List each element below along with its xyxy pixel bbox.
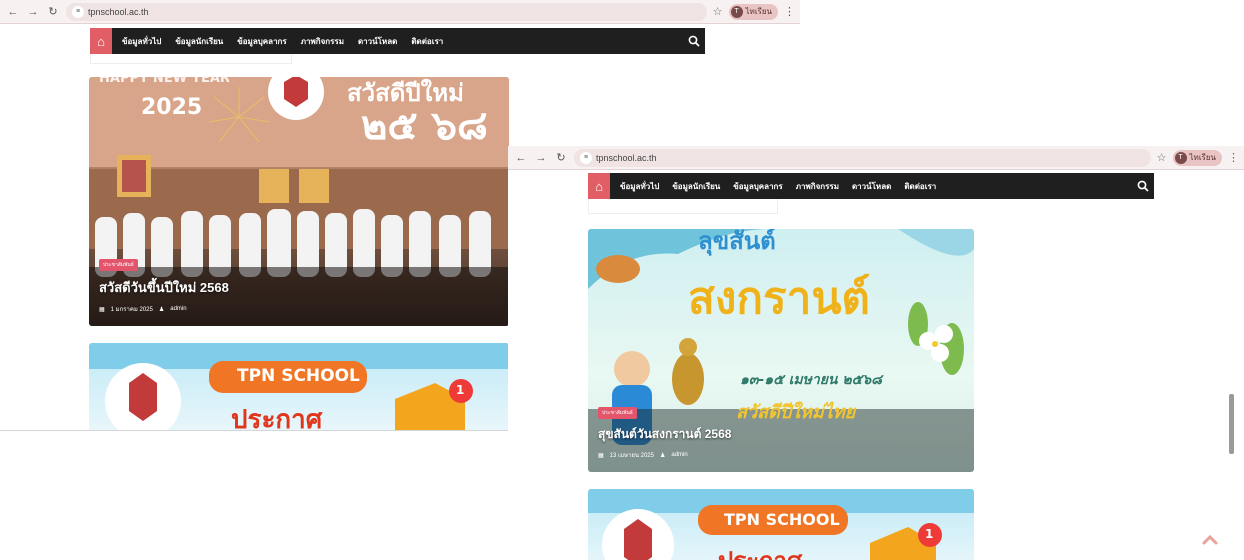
banner-top-text: ลุขสันต์	[698, 229, 776, 255]
user-icon: ♟	[158, 306, 165, 313]
menu-item-general[interactable]: ข้อมูลทั่วไป	[122, 35, 161, 48]
more-menu-icon[interactable]: ⋮	[1228, 151, 1239, 164]
profile-name: ไทเรียน	[745, 7, 772, 16]
notification-badge: 1	[925, 527, 934, 541]
promo-label: TPN SCHOOL	[724, 510, 840, 529]
nav-dropdown-edge	[90, 54, 292, 64]
banner-year: 2025	[141, 95, 203, 120]
notification-badge: 1	[456, 383, 465, 397]
url-text: tpnschool.ac.th	[88, 6, 149, 17]
back-icon[interactable]: ←	[6, 5, 20, 19]
menu-item-contact[interactable]: ติดต่อเรา	[411, 35, 443, 48]
menu-item-staff[interactable]: ข้อมูลบุคลากร	[733, 180, 782, 193]
avatar: T	[1174, 151, 1187, 164]
category-badge[interactable]: ประชาสัมพันธ์	[598, 407, 637, 419]
post-caption: ประชาสัมพันธ์ สุขสันต์วันสงกรานต์ 2568 ▦…	[598, 401, 964, 460]
back-icon[interactable]: ←	[514, 151, 528, 165]
post-date: 1 มกราคม 2025	[110, 307, 153, 313]
site-nav: ⌂ ข้อมูลทั่วไป ข้อมูลนักเรียน ข้อมูลบุคล…	[588, 173, 1154, 199]
calendar-icon: ▦	[598, 452, 604, 459]
post-date: 13 เมษายน 2025	[609, 453, 654, 459]
promo-card[interactable]: TPN SCHOOL ประกาศ 1	[89, 343, 509, 430]
home-icon[interactable]: ⌂	[90, 28, 112, 54]
promo-card[interactable]: TPN SCHOOL ประกาศ 1	[588, 489, 974, 560]
banner-thai-greeting: สงกรานต์	[688, 273, 870, 324]
main-menu: ข้อมูลทั่วไป ข้อมูลนักเรียน ข้อมูลบุคลาก…	[112, 35, 683, 48]
menu-item-students[interactable]: ข้อมูลนักเรียน	[672, 180, 720, 193]
site-nav: ⌂ ข้อมูลทั่วไป ข้อมูลนักเรียน ข้อมูลบุคล…	[90, 28, 705, 54]
promo-thai: ประกาศ	[231, 405, 323, 430]
reload-icon[interactable]: ↻	[46, 5, 60, 19]
bookmark-star-icon[interactable]: ☆	[1157, 151, 1167, 164]
user-icon: ♟	[659, 452, 666, 459]
scroll-to-top-icon[interactable]	[1200, 530, 1220, 550]
banner-date-range: ๑๓-๑๕ เมษายน ๒๕๖๘	[740, 372, 882, 388]
menu-item-students[interactable]: ข้อมูลนักเรียน	[175, 35, 223, 48]
promo-label: TPN SCHOOL	[237, 366, 360, 386]
banner-happy-new-year: HAPPY NEW YEAR	[99, 77, 230, 86]
menu-item-contact[interactable]: ติดต่อเรา	[904, 180, 936, 193]
home-icon[interactable]: ⌂	[588, 173, 610, 199]
profile-name: ไทเรียน	[1189, 153, 1216, 162]
post-author[interactable]: admin	[170, 306, 186, 312]
site-settings-icon[interactable]: ≡	[580, 151, 592, 164]
post-card-songkran[interactable]: ลุขสันต์ สงกรานต์ ๑๓-๑๕ เมษายน ๒๕๖๘ สวัส…	[588, 229, 974, 472]
calendar-icon: ▦	[99, 306, 105, 313]
post-title[interactable]: สุขสันต์วันสงกรานต์ 2568	[598, 425, 964, 444]
menu-item-gallery[interactable]: ภาพกิจกรรม	[301, 35, 344, 48]
category-badge[interactable]: ประชาสัมพันธ์	[99, 259, 138, 271]
forward-icon[interactable]: →	[534, 151, 548, 165]
browser-toolbar: ← → ↻ ≡ tpnschool.ac.th ☆ T ไทเรียน ⋮	[0, 0, 800, 24]
post-title[interactable]: สวัสดีวันขึ้นปีใหม่ 2568	[99, 277, 499, 298]
page-viewport: ⌂ ข้อมูลทั่วไป ข้อมูลนักเรียน ข้อมูลบุคล…	[508, 171, 1244, 560]
banner-thai-year: ๒๕ ๖๘	[361, 103, 488, 149]
scrollbar-thumb[interactable]	[1229, 394, 1234, 454]
post-card-newyear[interactable]: HAPPY NEW YEAR 2025 สวัสดีปีใหม่ ๒๕ ๖๘ ป…	[89, 77, 509, 326]
nav-dropdown-edge	[588, 199, 778, 214]
reload-icon[interactable]: ↻	[554, 151, 568, 165]
menu-item-staff[interactable]: ข้อมูลบุคลากร	[237, 35, 286, 48]
avatar: T	[730, 5, 743, 18]
menu-item-general[interactable]: ข้อมูลทั่วไป	[620, 180, 659, 193]
bookmark-star-icon[interactable]: ☆	[713, 5, 723, 18]
address-bar[interactable]: ≡ tpnschool.ac.th	[574, 148, 1151, 167]
menu-item-gallery[interactable]: ภาพกิจกรรม	[796, 180, 839, 193]
post-meta: ▦ 13 เมษายน 2025 ♟ admin	[598, 450, 964, 460]
profile-button[interactable]: T ไทเรียน	[1172, 149, 1222, 166]
search-icon[interactable]	[683, 28, 705, 54]
browser-toolbar: ← → ↻ ≡ tpnschool.ac.th ☆ T ไทเรียน ⋮	[508, 146, 1244, 170]
site-settings-icon[interactable]: ≡	[72, 5, 84, 18]
promo-thai: ประกาศ	[718, 541, 802, 560]
main-menu: ข้อมูลทั่วไป ข้อมูลนักเรียน ข้อมูลบุคลาก…	[610, 180, 1132, 193]
search-icon[interactable]	[1132, 173, 1154, 199]
browser-window-2: ← → ↻ ≡ tpnschool.ac.th ☆ T ไทเรียน ⋮ ⌂ …	[508, 146, 1244, 560]
menu-item-download[interactable]: ดาวน์โหลด	[852, 180, 891, 193]
profile-button[interactable]: T ไทเรียน	[728, 3, 778, 20]
post-caption: ประชาสัมพันธ์ สวัสดีวันขึ้นปีใหม่ 2568 ▦…	[99, 253, 499, 314]
post-author[interactable]: admin	[671, 452, 687, 458]
menu-item-download[interactable]: ดาวน์โหลด	[358, 35, 397, 48]
address-bar[interactable]: ≡ tpnschool.ac.th	[66, 2, 707, 21]
forward-icon[interactable]: →	[26, 5, 40, 19]
post-meta: ▦ 1 มกราคม 2025 ♟ admin	[99, 304, 499, 314]
url-text: tpnschool.ac.th	[596, 152, 657, 163]
more-menu-icon[interactable]: ⋮	[784, 5, 795, 18]
